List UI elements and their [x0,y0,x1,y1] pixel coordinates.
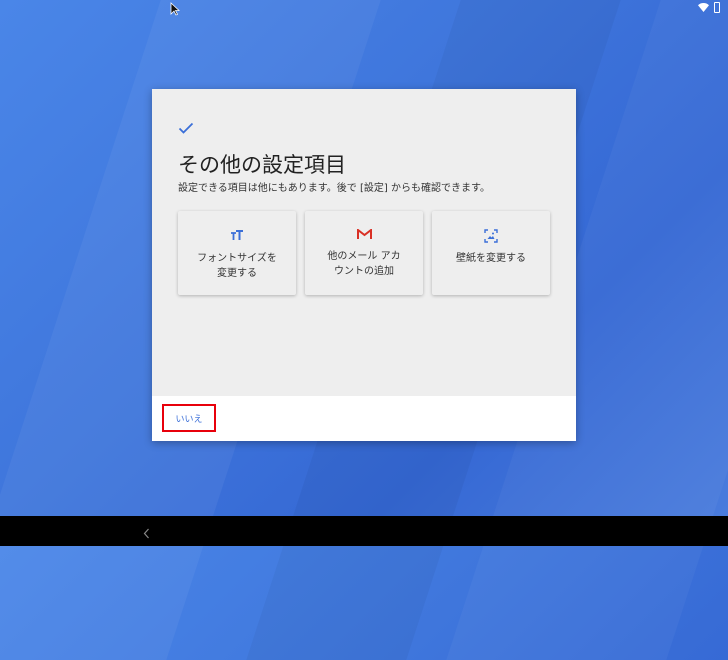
dialog-subtitle: 設定できる項目は他にもあります。後で [設定] からも確認できます。 [178,183,490,194]
mouse-cursor-icon [170,1,181,20]
change-wallpaper-card[interactable]: 壁紙を変更する [432,211,550,295]
font-size-icon [230,229,244,243]
card-label: 壁紙を変更する [456,253,526,264]
dialog-footer: いいえ [152,396,576,441]
back-chevron-icon[interactable] [143,524,150,543]
font-size-card[interactable]: フォントサイズを変更する [178,211,296,295]
card-label: フォントサイズを変更する [197,253,277,279]
add-email-account-card[interactable]: 他のメール アカウントの追加 [305,211,423,295]
more-settings-dialog: その他の設定項目 設定できる項目は他にもあります。後で [設定] からも確認でき… [152,89,576,441]
wallpaper-icon [484,229,498,243]
no-button[interactable]: いいえ [162,404,216,432]
status-bar [698,2,720,13]
wifi-icon [698,3,709,12]
battery-icon [714,2,720,13]
dialog-title: その他の設定項目 [178,153,346,177]
check-icon [178,119,194,138]
card-label: 他のメール アカウントの追加 [327,251,401,277]
navigation-bar [0,516,728,546]
gmail-icon [356,227,372,241]
